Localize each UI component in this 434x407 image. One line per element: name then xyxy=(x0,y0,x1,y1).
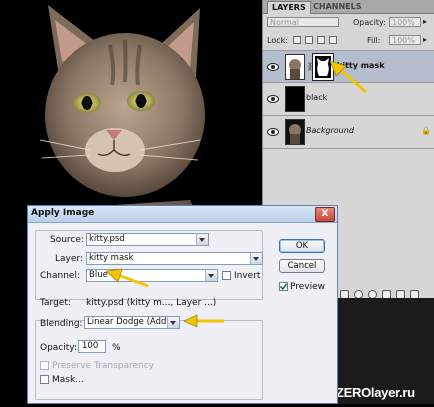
fill-value: 100% xyxy=(392,36,415,45)
layer-name: black xyxy=(306,93,328,102)
dialog-titlebar[interactable]: Apply Image X xyxy=(28,206,337,223)
layer-value: kitty mask xyxy=(89,253,134,263)
preserve-transparency-label: Preserve Transparency xyxy=(52,361,154,371)
lock-image-icon[interactable] xyxy=(305,36,313,44)
tab-layers[interactable]: LAYERS xyxy=(267,1,311,14)
visibility-eye-icon[interactable] xyxy=(267,62,279,72)
target-label: Target: xyxy=(40,298,71,308)
annotation-arrow-icon xyxy=(329,60,367,94)
dialog-title: Apply Image xyxy=(31,208,95,218)
layer-row-background[interactable]: Background 🔒 xyxy=(263,116,434,149)
mask-checkbox[interactable] xyxy=(40,375,49,384)
checkmark-icon xyxy=(279,283,288,291)
annotation-arrow-icon xyxy=(105,268,149,288)
opacity-arrow-icon[interactable]: ▸ xyxy=(423,17,427,26)
cancel-button[interactable]: Cancel xyxy=(279,259,325,273)
preserve-transparency-checkbox[interactable] xyxy=(40,361,49,370)
preview-checkbox[interactable] xyxy=(279,282,288,291)
opacity-label: Opacity: xyxy=(353,18,386,27)
blend-mode-value: Normal xyxy=(270,18,299,27)
lock-icon: 🔒 xyxy=(421,126,431,135)
opacity-unit: % xyxy=(112,343,121,353)
lock-all-icon[interactable] xyxy=(329,36,337,44)
blending-label: Blending: xyxy=(40,319,83,329)
blending-group xyxy=(35,320,263,400)
tab-channels[interactable]: CHANNELS xyxy=(309,1,365,13)
chevron-down-icon xyxy=(250,253,262,264)
target-value: kitty.psd (kitty m..., Layer ...) xyxy=(86,298,217,308)
chevron-down-icon xyxy=(205,270,217,281)
opacity-value: 100 xyxy=(82,341,99,351)
layer-label: Layer: xyxy=(55,254,83,264)
fill-label: Fill: xyxy=(367,36,381,45)
annotation-arrow-icon xyxy=(183,314,224,328)
chevron-down-icon xyxy=(196,234,208,245)
mask-label: Mask... xyxy=(52,375,84,385)
preview-label: Preview xyxy=(290,282,326,292)
opacity-label: Opacity: xyxy=(40,343,77,353)
lock-transparent-icon[interactable] xyxy=(293,36,301,44)
layer-opacity-field[interactable]: 100% xyxy=(389,17,421,27)
fill-arrow-icon[interactable]: ▸ xyxy=(423,35,427,44)
channel-label: Channel: xyxy=(40,271,80,281)
source-dropdown[interactable]: kitty.psd xyxy=(86,233,209,246)
layer-thumbnail xyxy=(285,54,305,80)
close-button[interactable]: X xyxy=(315,207,335,222)
source-label: Source: xyxy=(50,235,84,245)
ok-button[interactable]: OK xyxy=(279,239,325,253)
blending-value: Linear Dodge (Add) xyxy=(87,317,170,327)
blending-dropdown[interactable]: Linear Dodge (Add) xyxy=(84,316,180,329)
layer-name: Background xyxy=(306,126,354,135)
lock-label: Lock: xyxy=(267,36,288,45)
fill-field[interactable]: 100% xyxy=(389,35,421,45)
apply-image-dialog: Apply Image X Source: kitty.psd Layer: k… xyxy=(27,205,338,404)
visibility-eye-icon[interactable] xyxy=(267,94,279,104)
layer-thumbnail xyxy=(285,86,305,112)
layer-dropdown[interactable]: kitty mask xyxy=(86,252,263,265)
chevron-down-icon xyxy=(167,317,179,328)
invert-checkbox[interactable] xyxy=(222,271,231,280)
blend-mode-dropdown[interactable]: Normal xyxy=(267,17,339,27)
layer-opacity-value: 100% xyxy=(392,18,415,27)
invert-label: Invert xyxy=(234,271,261,281)
watermark-text: ZEROlayer.ru xyxy=(336,385,415,400)
lock-position-icon[interactable] xyxy=(317,36,325,44)
visibility-eye-icon[interactable] xyxy=(267,127,279,137)
opacity-input[interactable]: 100 xyxy=(78,340,106,353)
layer-thumbnail xyxy=(285,119,305,145)
source-value: kitty.psd xyxy=(89,234,125,244)
panel-tab-bar: LAYERS CHANNELS xyxy=(263,0,434,14)
